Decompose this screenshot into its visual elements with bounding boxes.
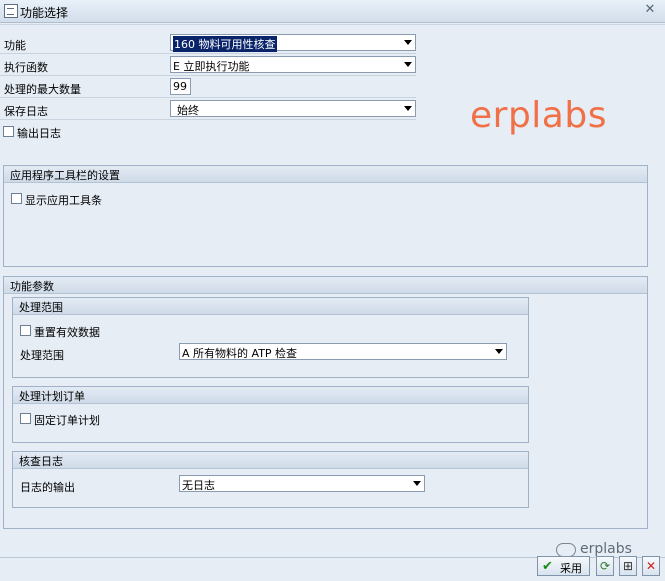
- log-output-label: 日志的输出: [20, 481, 75, 494]
- output-log-checkbox[interactable]: [3, 126, 14, 137]
- save-log-value: 始终: [177, 104, 199, 117]
- title-bar: 功能选择 ✕: [0, 0, 665, 23]
- check-log-group: 核查日志 日志的输出 无日志: [12, 451, 529, 508]
- group-title: 应用程序工具栏的设置: [10, 169, 120, 182]
- row-divider: [0, 53, 416, 54]
- row-divider: [0, 97, 416, 98]
- row-divider: [0, 75, 416, 76]
- save-log-dropdown[interactable]: 始终: [170, 100, 416, 117]
- scope-group: 处理范围 重置有效数据 处理范围 A 所有物料的 ATP 检查: [12, 297, 529, 378]
- cancel-button[interactable]: ✕: [642, 556, 660, 576]
- chevron-down-icon[interactable]: [495, 349, 503, 354]
- function-value: 160 物料可用性核查: [173, 36, 277, 52]
- title-divider: [0, 24, 665, 25]
- reset-data-label: 重置有效数据: [34, 326, 100, 339]
- exec-function-label: 执行函数: [4, 61, 48, 74]
- chevron-down-icon[interactable]: [404, 40, 412, 45]
- group-header: 处理范围: [13, 298, 528, 315]
- max-count-value: 99: [173, 80, 187, 93]
- exec-function-dropdown[interactable]: E 立即执行功能: [170, 56, 416, 73]
- exec-function-value: E 立即执行功能: [173, 60, 250, 73]
- wechat-icon: [556, 543, 576, 557]
- max-count-input[interactable]: 99: [170, 78, 191, 95]
- cancel-x-icon: ✕: [646, 559, 657, 573]
- row-divider: [0, 119, 416, 120]
- output-log-label: 输出日志: [17, 127, 61, 140]
- hierarchy-icon: ⊞: [623, 559, 634, 573]
- planned-orders-group: 处理计划订单 固定订单计划: [12, 386, 529, 443]
- function-dropdown[interactable]: 160 物料可用性核查: [170, 34, 416, 52]
- show-toolbar-label: 显示应用工具条: [25, 194, 102, 207]
- refresh-check-icon: ⟳: [600, 559, 611, 573]
- group-header: 应用程序工具栏的设置: [4, 166, 647, 183]
- scope-label: 处理范围: [20, 349, 64, 362]
- group-title: 核查日志: [19, 455, 63, 468]
- log-output-dropdown[interactable]: 无日志: [179, 475, 425, 492]
- log-output-value: 无日志: [182, 479, 215, 492]
- function-label: 功能: [4, 39, 26, 52]
- dialog-icon: [4, 4, 18, 18]
- reset-data-checkbox[interactable]: [20, 325, 31, 336]
- group-header: 功能参数: [4, 277, 647, 294]
- checkmark-icon: ✔: [542, 559, 553, 574]
- toolbar-settings-group: 应用程序工具栏的设置 显示应用工具条: [3, 165, 648, 267]
- footer-watermark: erplabs: [580, 541, 632, 557]
- accept-label: 采用: [560, 562, 582, 575]
- hierarchy-button[interactable]: ⊞: [619, 556, 637, 576]
- scope-dropdown[interactable]: A 所有物料的 ATP 检查: [179, 343, 507, 360]
- check-entries-button[interactable]: ⟳: [596, 556, 614, 576]
- show-toolbar-checkbox[interactable]: [11, 193, 22, 204]
- group-header: 处理计划订单: [13, 387, 528, 404]
- function-params-group: 功能参数 处理范围 重置有效数据 处理范围 A 所有物料的 ATP 检查 处理计…: [3, 276, 648, 529]
- chevron-down-icon[interactable]: [404, 62, 412, 67]
- save-log-label: 保存日志: [4, 105, 48, 118]
- group-header: 核查日志: [13, 452, 528, 469]
- group-title: 处理计划订单: [19, 390, 85, 403]
- firm-orders-checkbox[interactable]: [20, 413, 31, 424]
- accept-button[interactable]: ✔ 采用: [537, 556, 590, 576]
- window-title: 功能选择: [20, 6, 69, 20]
- chevron-down-icon[interactable]: [404, 106, 412, 111]
- firm-orders-label: 固定订单计划: [34, 414, 100, 427]
- watermark-text: erplabs: [470, 95, 607, 136]
- group-title: 功能参数: [10, 280, 54, 293]
- max-count-label: 处理的最大数量: [4, 83, 81, 96]
- chevron-down-icon[interactable]: [413, 481, 421, 486]
- close-icon[interactable]: ✕: [643, 3, 657, 17]
- scope-value: A 所有物料的 ATP 检查: [182, 347, 298, 360]
- group-title: 处理范围: [19, 301, 63, 314]
